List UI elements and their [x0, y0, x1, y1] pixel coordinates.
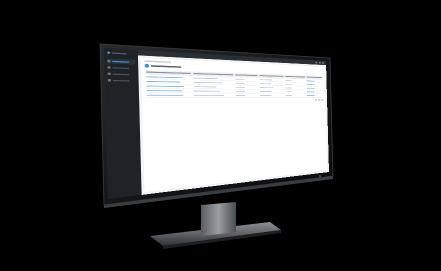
sidebar-item[interactable] [107, 58, 136, 65]
nav-icon [107, 79, 111, 82]
pagination[interactable] [146, 99, 324, 101]
sidebar-item[interactable] [107, 65, 135, 71]
app-sidebar [104, 48, 142, 199]
logo-icon [107, 51, 111, 54]
screen-area [0, 0, 441, 271]
user-avatar[interactable] [322, 61, 324, 64]
app-main [137, 49, 329, 195]
data-table [144, 69, 324, 98]
sidebar-item[interactable] [107, 78, 136, 83]
scene [0, 0, 441, 271]
settings-icon[interactable] [318, 61, 321, 64]
table-row[interactable] [145, 92, 324, 98]
nav-icon [107, 66, 111, 69]
nav-icon [107, 72, 111, 76]
notification-icon[interactable] [315, 61, 318, 64]
breadcrumb [144, 60, 172, 64]
app-logo [107, 50, 135, 57]
page-icon [144, 63, 150, 68]
nav-icon [107, 59, 111, 63]
sidebar-item[interactable] [107, 71, 136, 77]
content-panel [140, 57, 328, 193]
monitor-screen [104, 48, 329, 199]
